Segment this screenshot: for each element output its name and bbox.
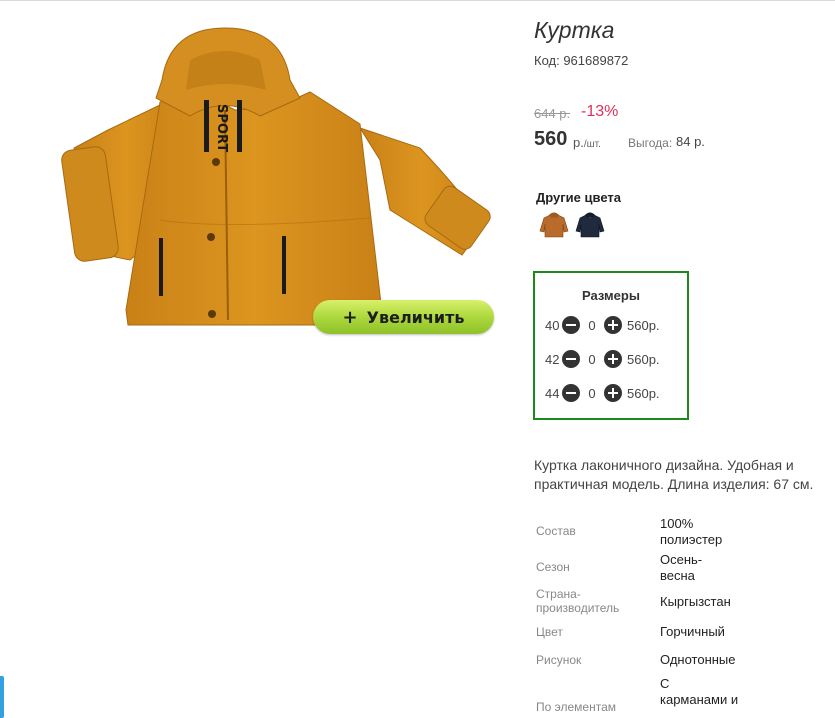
svg-text:SPORT: SPORT [214,104,229,152]
quantity-value: 0 [588,317,596,333]
spec-value: Горчичный [660,624,725,639]
minus-icon[interactable] [562,384,580,402]
spec-value: Осень-весна [660,552,703,583]
size-price: 560р. [627,317,660,333]
price-per-unit: /шт. [583,139,601,150]
price-unit: р./шт. [573,135,601,150]
size-row: 44 0 560р. [545,383,660,403]
product-image[interactable]: SPORT [60,20,500,340]
old-price: 644 р. [534,106,571,121]
spec-value: С карманами и [660,676,739,707]
spec-value: Однотонные [660,652,736,667]
color-swatch-navy[interactable] [574,211,606,239]
plus-icon[interactable] [604,316,622,334]
plus-icon[interactable] [604,384,622,402]
product-description: Куртка лаконичного дизайна. Удобная и пр… [534,457,814,492]
zoom-button[interactable]: + Увеличить [313,300,494,334]
savings-value: 84 р. [676,134,705,149]
sizes-box: Размеры 40 0 560р. 42 0 560р. 44 0 560р. [533,271,689,420]
size-row: 40 0 560р. [545,315,660,335]
spec-label: Цвет [536,625,563,639]
spec-label: Рисунок [536,653,582,667]
size-value: 40 [545,317,560,333]
spec-label: Страна-производитель [536,587,620,615]
other-colors-title: Другие цвета [536,190,621,205]
product-title: Куртка [534,17,615,43]
size-value: 42 [545,351,560,367]
size-price: 560р. [627,385,660,401]
zoom-button-label: Увеличить [366,307,465,327]
size-value: 44 [545,385,560,401]
minus-icon[interactable] [562,350,580,368]
quantity-value: 0 [588,385,596,401]
current-price: 560 [534,128,568,150]
spec-value: Кыргызстан [660,594,731,609]
product-code: Код: 961689872 [534,53,629,68]
top-divider [0,0,835,1]
spec-value: 100% полиэстер [660,516,723,547]
plus-icon: + [342,306,358,328]
price-currency: р. [573,135,584,150]
minus-icon[interactable] [562,316,580,334]
plus-icon[interactable] [604,350,622,368]
side-tab[interactable] [0,676,4,718]
spec-label: Состав [536,524,576,538]
sizes-title: Размеры [582,288,640,303]
savings-label: Выгода: [628,136,673,150]
size-row: 42 0 560р. [545,349,660,369]
spec-label: Сезон [536,560,570,574]
quantity-value: 0 [588,351,596,367]
size-price: 560р. [627,351,660,367]
color-swatch-mustard[interactable] [538,211,570,239]
discount-badge: -13% [581,103,619,120]
spec-label: По элементам [536,700,617,714]
